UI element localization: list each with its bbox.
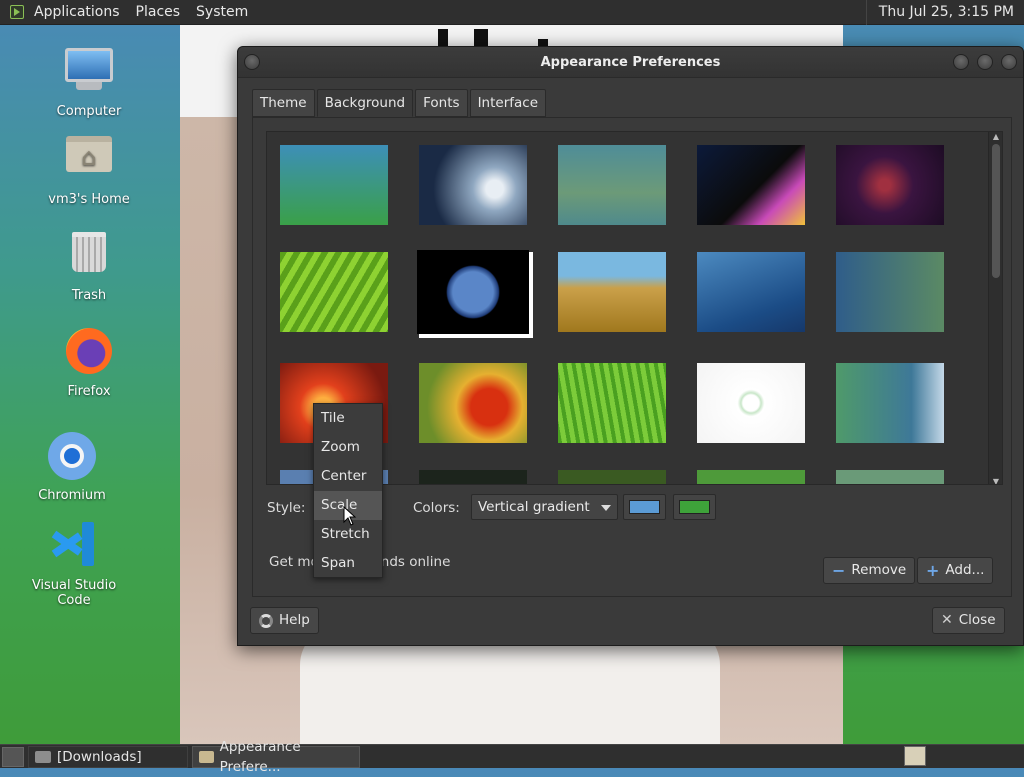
desktop-icon-label: Chromium bbox=[38, 488, 106, 503]
wallpaper-thumbnail[interactable] bbox=[419, 252, 527, 332]
add-button[interactable]: + Add... bbox=[917, 557, 994, 584]
tab-interface[interactable]: Interface bbox=[469, 89, 547, 117]
task-appearance-preferences[interactable]: Appearance Prefere... bbox=[192, 739, 360, 775]
task-label: [Downloads] bbox=[57, 748, 142, 765]
style-option-span[interactable]: Span bbox=[314, 549, 382, 578]
wallpaper-thumbnail[interactable] bbox=[280, 252, 388, 332]
distro-logo-icon[interactable] bbox=[10, 5, 24, 19]
wallpaper-thumbnail[interactable] bbox=[419, 363, 527, 443]
tab-fonts[interactable]: Fonts bbox=[415, 89, 468, 117]
wallpaper-thumbnail[interactable] bbox=[697, 252, 805, 332]
colors-combo-value: Vertical gradient bbox=[478, 499, 590, 515]
close-button-label: Close bbox=[958, 612, 996, 628]
help-button[interactable]: Help bbox=[250, 607, 319, 634]
secondary-color-button[interactable] bbox=[673, 494, 716, 520]
close-button[interactable]: ✕ Close bbox=[932, 607, 1005, 634]
wallpaper-thumbnail[interactable] bbox=[419, 470, 527, 484]
background-glyph bbox=[438, 29, 448, 47]
wallpaper-thumbnail[interactable] bbox=[697, 363, 805, 443]
main-menu: Applications Places System bbox=[0, 0, 256, 25]
applications-menu[interactable]: Applications bbox=[26, 0, 128, 25]
wallpaper-thumbnail[interactable] bbox=[558, 470, 666, 484]
folder-icon bbox=[35, 750, 51, 763]
home-folder-icon bbox=[63, 136, 115, 188]
style-option-zoom[interactable]: Zoom bbox=[314, 433, 382, 462]
show-desktop-icon[interactable] bbox=[2, 746, 24, 767]
computer-icon bbox=[63, 48, 115, 100]
wallpaper-thumbnail[interactable] bbox=[558, 363, 666, 443]
chevron-down-icon bbox=[601, 505, 611, 511]
firefox-icon bbox=[63, 328, 115, 380]
desktop-icon-label: vm3's Home bbox=[48, 192, 130, 207]
places-menu[interactable]: Places bbox=[128, 0, 189, 25]
help-button-label: Help bbox=[279, 612, 310, 628]
minus-icon: − bbox=[832, 561, 846, 580]
style-label: Style: bbox=[267, 500, 306, 516]
desktop-icon-firefox[interactable]: Firefox bbox=[29, 326, 149, 399]
chromium-icon bbox=[46, 432, 98, 484]
help-icon bbox=[259, 613, 273, 628]
desktop-icon-chromium[interactable]: Chromium bbox=[12, 430, 132, 503]
scroll-up-icon[interactable]: ▲ bbox=[989, 132, 1002, 141]
desktop-icon-computer[interactable]: Computer bbox=[29, 44, 149, 119]
desktop-icon-label: Firefox bbox=[67, 384, 111, 399]
desktop-icon-label: Trash bbox=[71, 288, 107, 303]
get-more-text-end: nds online bbox=[380, 554, 451, 570]
desktop-icon-label: Computer bbox=[56, 104, 122, 119]
tab-background[interactable]: Background bbox=[316, 89, 414, 117]
clock[interactable]: Thu Jul 25, 3:15 PM bbox=[865, 0, 1024, 25]
system-menu[interactable]: System bbox=[188, 0, 256, 25]
style-option-center[interactable]: Center bbox=[314, 462, 382, 491]
style-dropdown-menu: Tile Zoom Center Scale Stretch Span bbox=[313, 403, 383, 578]
workspace-switcher-icon[interactable] bbox=[904, 746, 926, 766]
wallpaper-thumbnail[interactable] bbox=[558, 252, 666, 332]
scroll-down-icon[interactable]: ▼ bbox=[989, 477, 1002, 484]
desktop-icon-label: Visual Studio Code bbox=[31, 578, 117, 608]
trash-icon bbox=[63, 232, 115, 284]
tab-bar: Theme Background Fonts Interface bbox=[252, 89, 548, 117]
desktop-icon-home[interactable]: vm3's Home bbox=[29, 126, 149, 207]
dialog-titlebar[interactable]: Appearance Preferences bbox=[238, 47, 1023, 78]
bottom-panel: [Downloads] Appearance Prefere... bbox=[0, 739, 1024, 775]
plus-icon: + bbox=[926, 561, 940, 580]
wallpaper-thumbnail[interactable] bbox=[836, 145, 944, 225]
appearance-icon bbox=[199, 750, 214, 763]
wallpaper-thumbnail[interactable] bbox=[558, 145, 666, 225]
wallpaper-thumbnail[interactable] bbox=[697, 470, 805, 484]
remove-button[interactable]: − Remove bbox=[823, 557, 916, 584]
primary-color-swatch bbox=[629, 500, 660, 514]
tab-theme[interactable]: Theme bbox=[252, 89, 315, 117]
gallery-scrollbar[interactable]: ▲ ▼ bbox=[988, 132, 1002, 484]
wallpaper-thumbnail[interactable] bbox=[280, 145, 388, 225]
scrollbar-thumb[interactable] bbox=[992, 144, 1000, 278]
wallpaper-thumbnail[interactable] bbox=[419, 145, 527, 225]
maximize-icon[interactable] bbox=[977, 54, 993, 70]
remove-button-label: Remove bbox=[851, 562, 907, 578]
close-window-icon[interactable] bbox=[1001, 54, 1017, 70]
colors-combo[interactable]: Vertical gradient bbox=[471, 494, 618, 520]
colors-label: Colors: bbox=[413, 500, 460, 516]
secondary-color-swatch bbox=[679, 500, 710, 514]
style-option-tile[interactable]: Tile bbox=[314, 404, 382, 433]
dialog-title: Appearance Preferences bbox=[540, 55, 721, 70]
close-icon: ✕ bbox=[941, 612, 953, 628]
desktop-icon-vscode[interactable]: Visual Studio Code bbox=[14, 518, 134, 608]
top-panel: Applications Places System Thu Jul 25, 3… bbox=[0, 0, 1024, 25]
desktop-icon-trash[interactable]: Trash bbox=[29, 226, 149, 303]
task-label: Appearance Prefere... bbox=[219, 738, 301, 775]
mouse-pointer-icon bbox=[343, 505, 357, 526]
wallpaper-thumbnail[interactable] bbox=[697, 145, 805, 225]
task-downloads[interactable]: [Downloads] bbox=[28, 745, 188, 768]
minimize-icon[interactable] bbox=[953, 54, 969, 70]
wallpaper-thumbnail[interactable] bbox=[836, 252, 944, 332]
vscode-icon bbox=[48, 522, 100, 574]
add-button-label: Add... bbox=[945, 562, 985, 578]
background-glyph bbox=[474, 29, 488, 47]
wallpaper-thumbnail[interactable] bbox=[836, 470, 944, 484]
wallpaper-thumbnail[interactable] bbox=[836, 363, 944, 443]
get-more-text-start: Get mo bbox=[269, 554, 319, 570]
primary-color-button[interactable] bbox=[623, 494, 666, 520]
